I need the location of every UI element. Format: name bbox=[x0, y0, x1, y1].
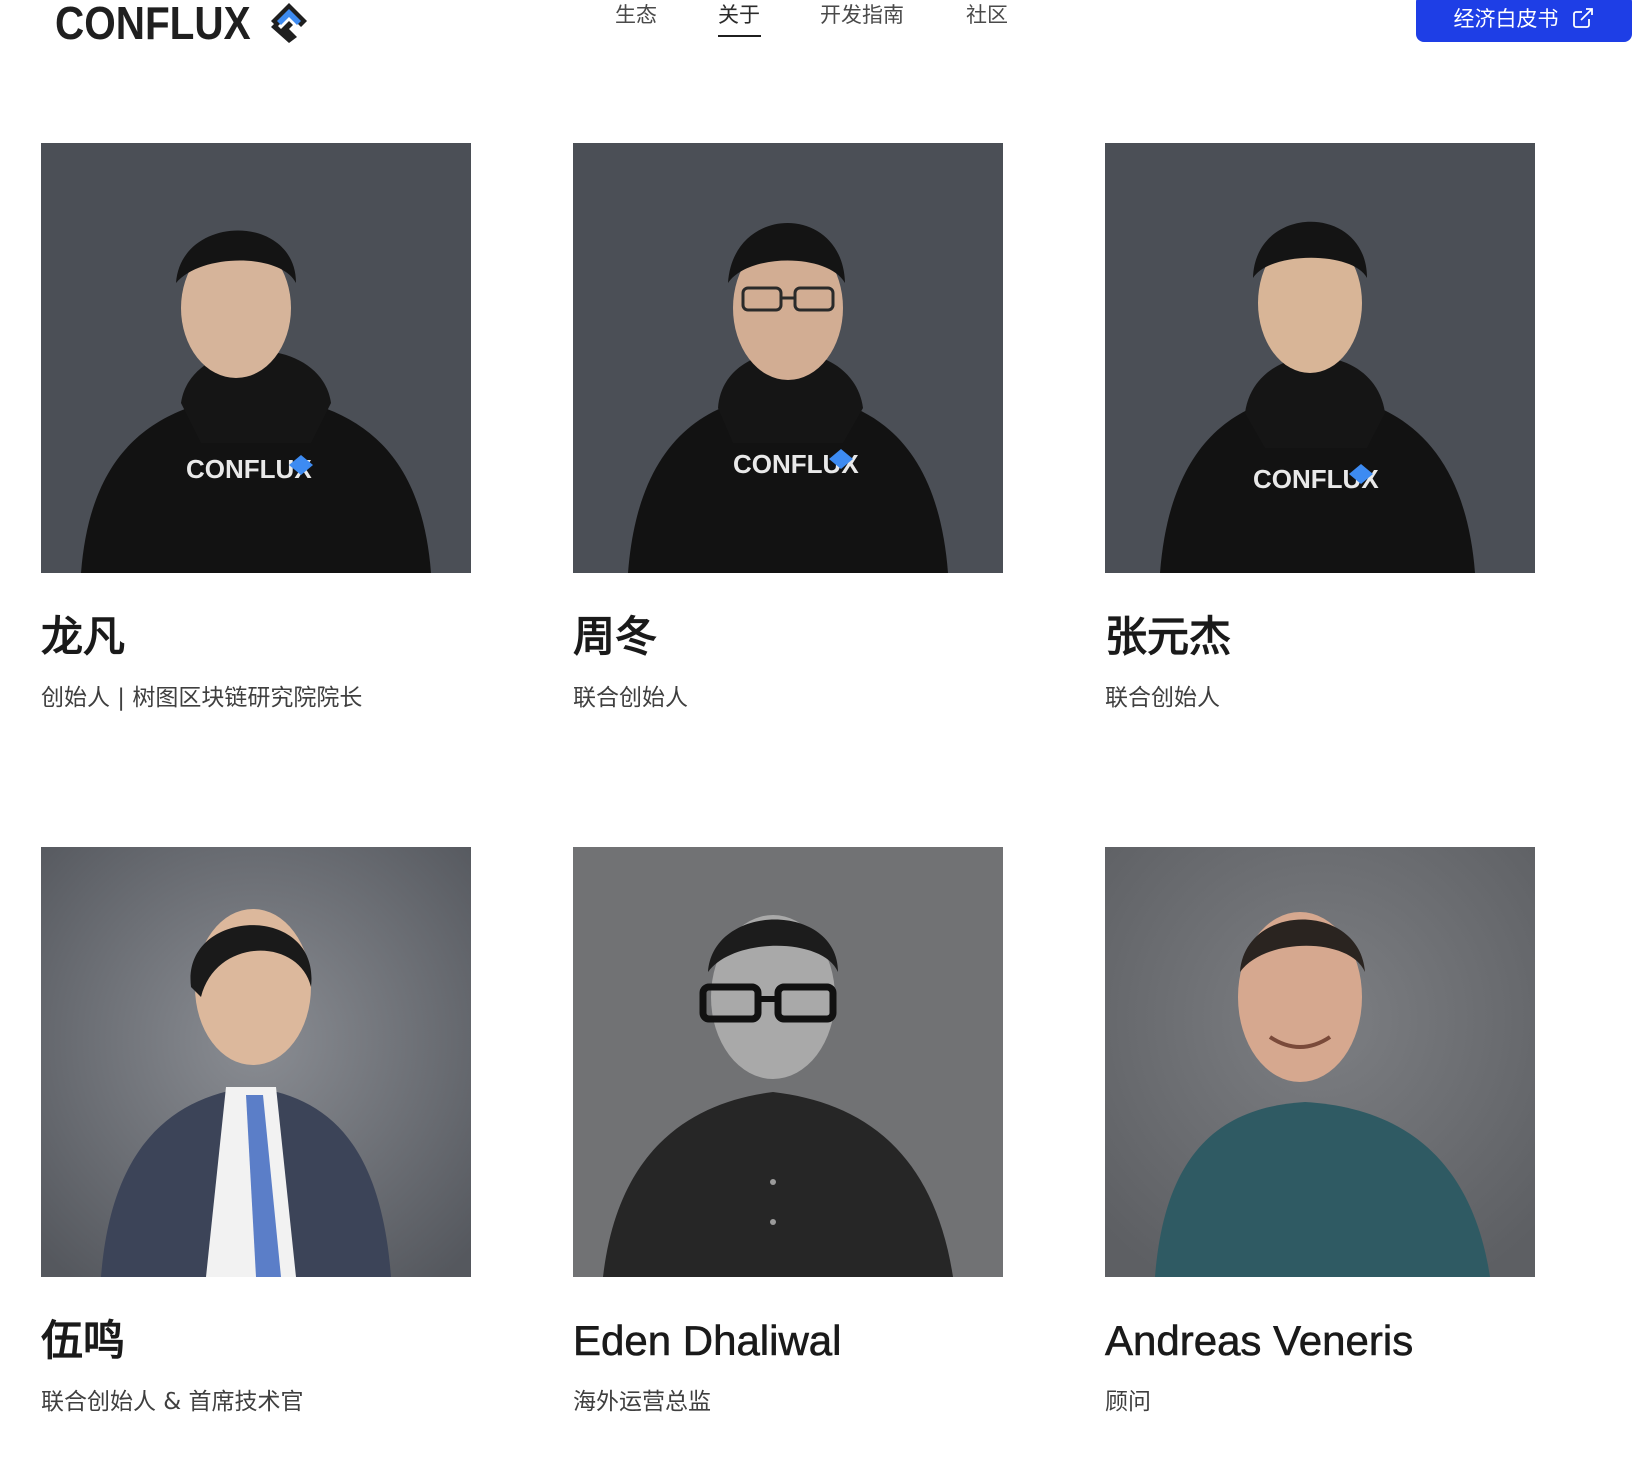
whitepaper-button[interactable]: 经济白皮书 bbox=[1416, 0, 1632, 42]
nav-item-community[interactable]: 社区 bbox=[966, 0, 1008, 30]
portrait-photo: CONFLUX bbox=[41, 143, 471, 573]
nav-item-ecosystem[interactable]: 生态 bbox=[615, 0, 657, 30]
team-card: CONFLUX 龙凡 创始人 | 树图区块链研究院院长 bbox=[41, 143, 471, 711]
portrait-photo: CONFLUX bbox=[1105, 143, 1535, 573]
logo-wordmark: CONFLUX bbox=[55, 0, 251, 49]
nav-item-dev-guide[interactable]: 开发指南 bbox=[820, 0, 904, 30]
member-role: 海外运营总监 bbox=[573, 1389, 711, 1415]
team-card: 伍鸣 联合创始人 & 首席技术官 bbox=[41, 847, 471, 1415]
team-card: Eden Dhaliwal 海外运营总监 bbox=[573, 847, 1003, 1415]
team-card: CONFLUX 张元杰 联合创始人 bbox=[1105, 143, 1535, 711]
member-name: 伍鸣 bbox=[41, 1316, 126, 1365]
portrait-photo bbox=[1105, 847, 1535, 1277]
member-role: 顾问 bbox=[1105, 1389, 1151, 1415]
member-role: 联合创始人 bbox=[573, 685, 688, 711]
member-name: Andreas Veneris bbox=[1105, 1317, 1414, 1365]
svg-text:CONFLUX: CONFLUX bbox=[186, 454, 312, 484]
whitepaper-button-label: 经济白皮书 bbox=[1453, 7, 1559, 31]
conflux-logo[interactable]: CONFLUX bbox=[55, 0, 311, 46]
member-name: 周冬 bbox=[573, 612, 658, 661]
team-card: Andreas Veneris 顾问 bbox=[1105, 847, 1535, 1415]
nav-active-underline bbox=[718, 35, 761, 37]
member-name: 张元杰 bbox=[1105, 612, 1232, 661]
member-name: Eden Dhaliwal bbox=[573, 1317, 842, 1365]
external-link-icon bbox=[1572, 8, 1593, 28]
member-role: 联合创始人 & 首席技术官 bbox=[41, 1389, 304, 1415]
site-header: CONFLUX 生态 关于 开发指南 社区 经济白皮书 bbox=[0, 0, 1650, 60]
portrait-photo bbox=[41, 847, 471, 1277]
portrait-photo bbox=[573, 847, 1003, 1277]
conflux-logo-icon bbox=[271, 3, 308, 43]
member-role: 联合创始人 bbox=[1105, 685, 1220, 711]
portrait-photo: CONFLUX bbox=[573, 143, 1003, 573]
team-card: CONFLUX 周冬 联合创始人 bbox=[573, 143, 1003, 711]
member-name: 龙凡 bbox=[41, 612, 126, 661]
member-role: 创始人 | 树图区块链研究院院长 bbox=[41, 685, 363, 711]
nav-item-about[interactable]: 关于 bbox=[718, 0, 760, 30]
